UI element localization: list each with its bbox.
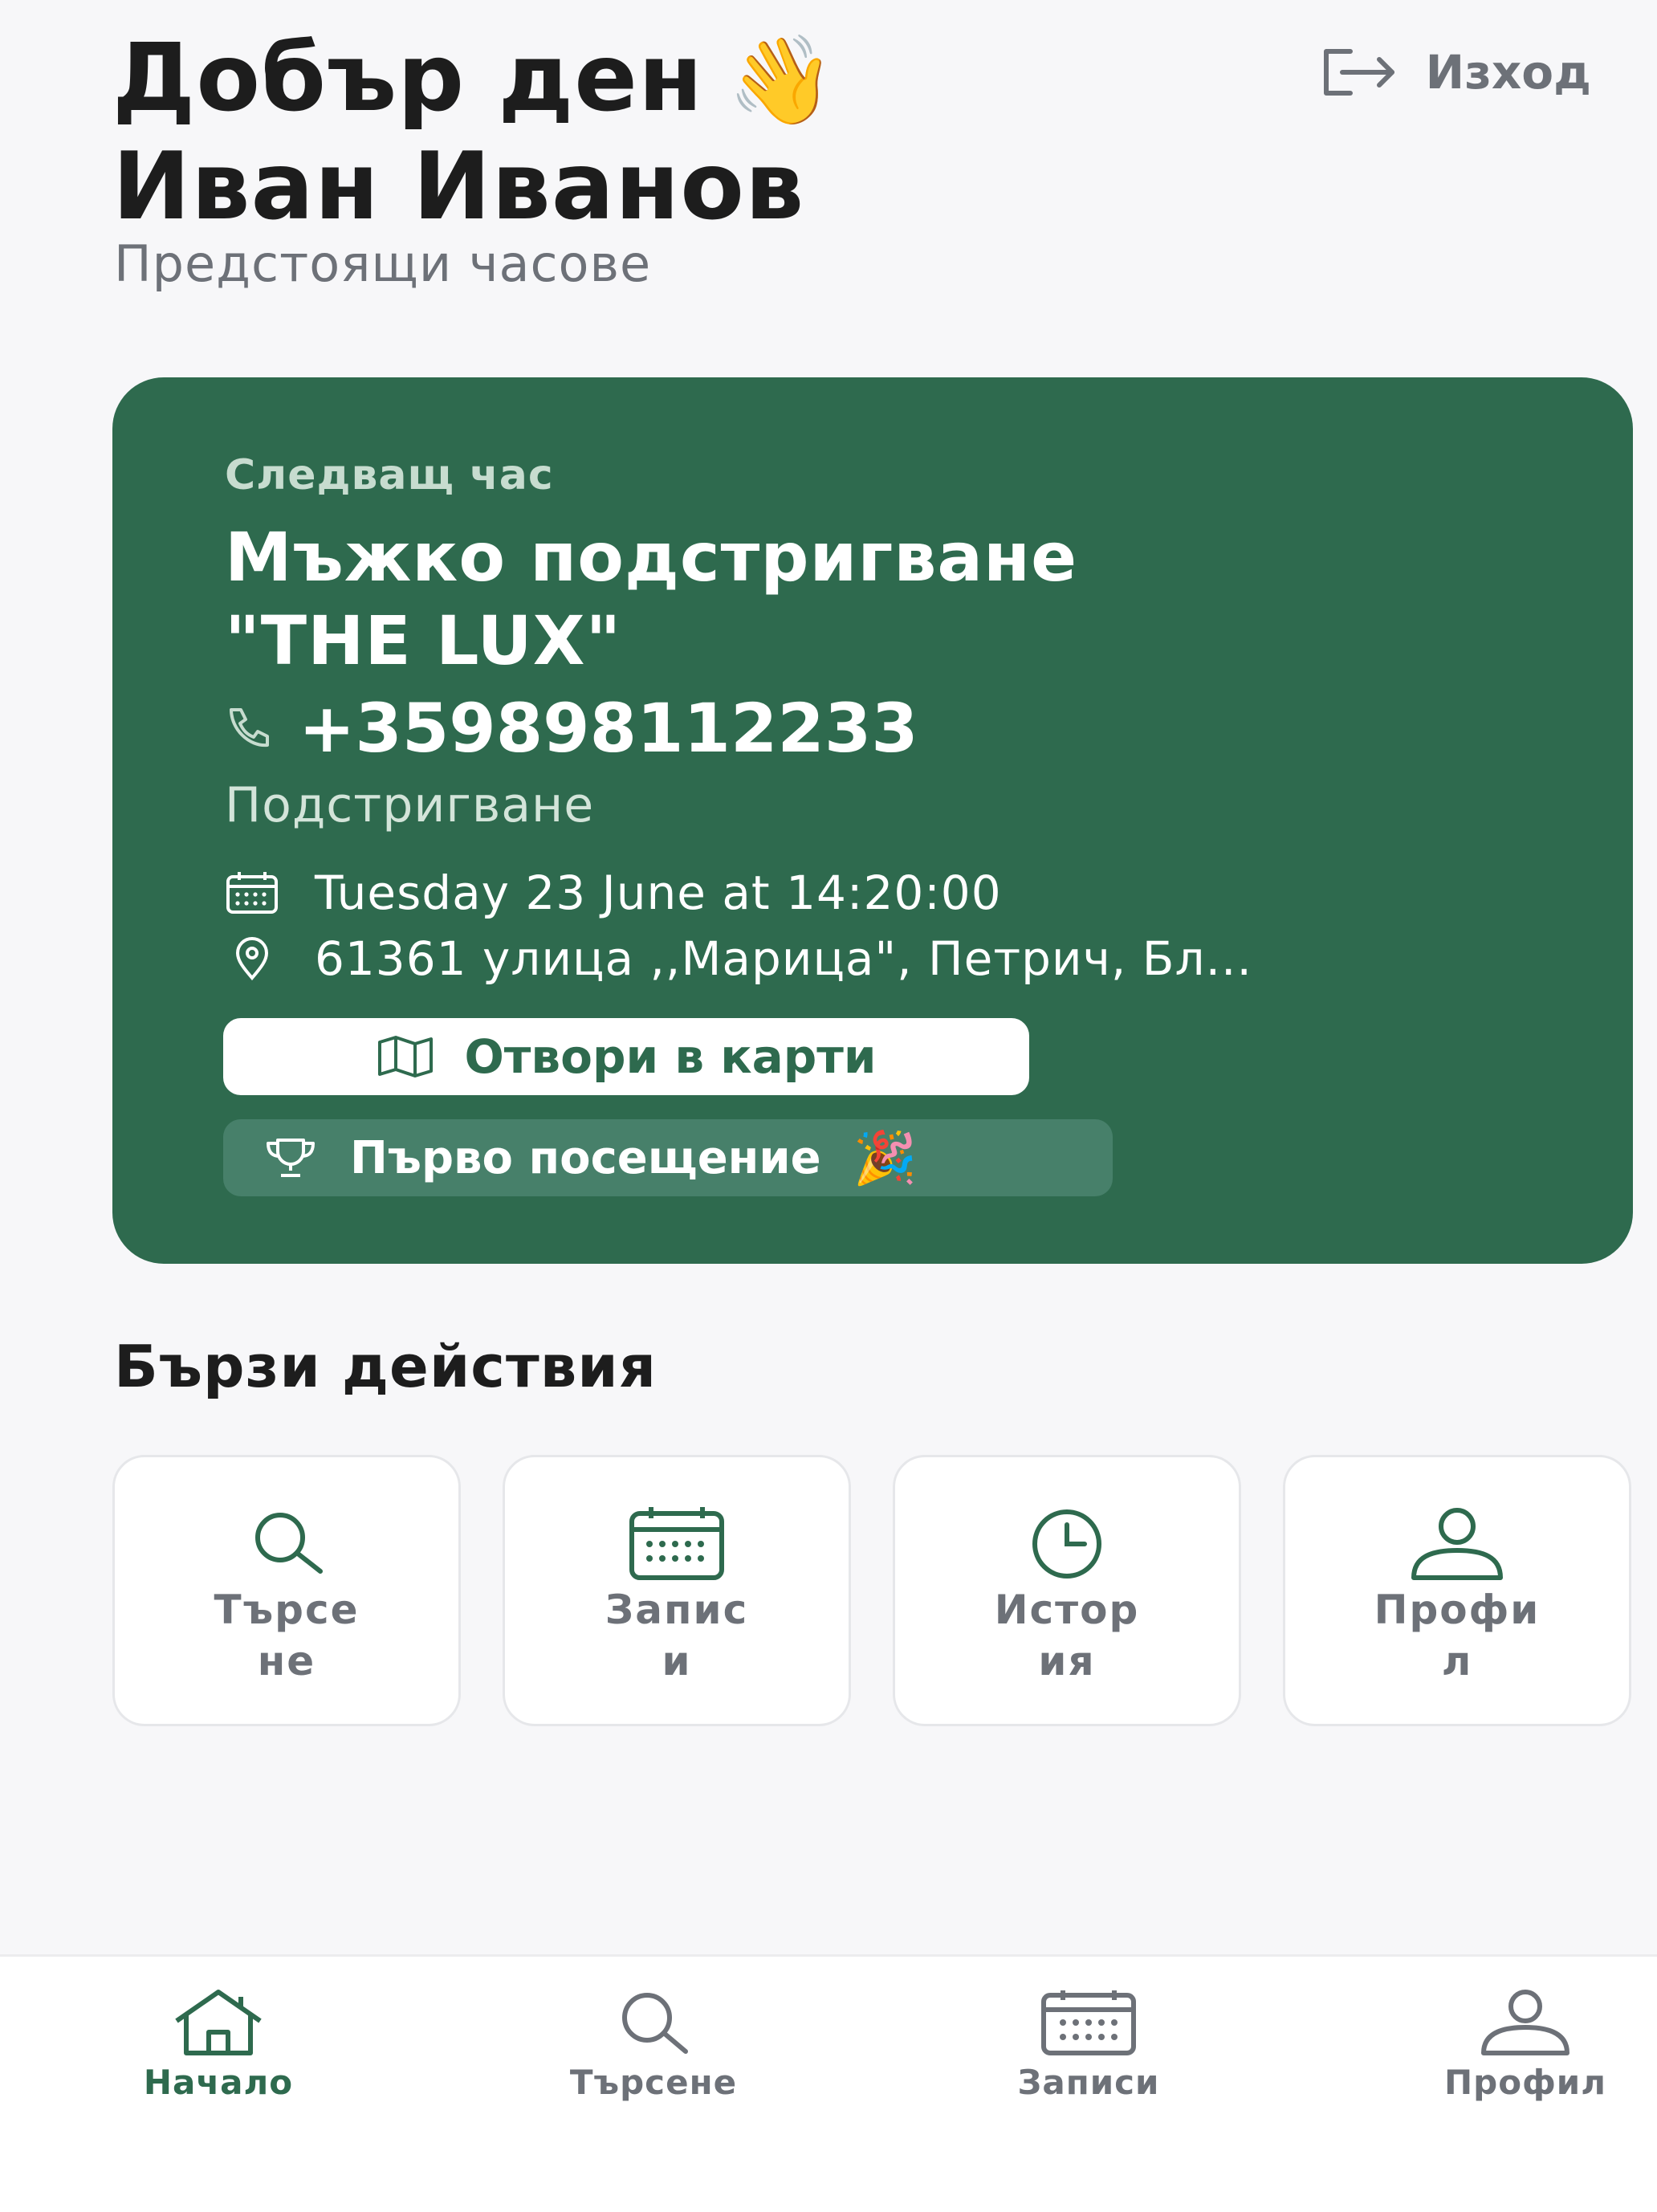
logout-icon — [1323, 49, 1394, 96]
waving-hand-emoji: 👋 — [727, 31, 837, 131]
nav-item-home[interactable]: Начало — [98, 1989, 339, 2133]
open-in-maps-button[interactable]: Отвори в карти — [223, 1018, 1029, 1095]
next-appointment-label: Следващ час — [225, 451, 554, 499]
calendar-icon — [629, 1507, 724, 1580]
user-icon — [1411, 1508, 1503, 1580]
party-popper-emoji: 🎉 — [853, 1128, 918, 1188]
search-icon — [622, 1993, 688, 2054]
quick-action-label-line-1: Профи — [1374, 1587, 1541, 1633]
user-name: Иван Иванов — [112, 132, 805, 241]
logout-button[interactable]: Изход — [1318, 45, 1591, 100]
quick-actions-title: Бързи действия — [114, 1333, 657, 1400]
phone-icon — [230, 708, 269, 748]
next-appointment-card[interactable]: Следващ час Мъжко подстригване "THE LUX"… — [112, 377, 1633, 1264]
first-visit-label: Първо посещение — [350, 1131, 821, 1184]
nav-label-home: Начало — [143, 2063, 294, 2102]
quick-action-label-line-2: ия — [1038, 1638, 1096, 1684]
salon-name-line-1: Мъжко подстригване — [225, 518, 1078, 597]
nav-label-search: Търсене — [569, 2063, 738, 2102]
calendar-icon — [1041, 1990, 1136, 2055]
quick-action-label: Профи л — [1285, 1584, 1629, 1687]
first-visit-badge: Първо посещение 🎉 — [223, 1119, 1113, 1196]
nav-item-profile[interactable]: Профил — [1405, 1989, 1646, 2133]
salon-phone[interactable]: +359898112233 — [225, 689, 918, 768]
greeting-text: Добър ден — [112, 24, 704, 132]
greeting: Добър ден 👋 Иван Иванов — [112, 26, 837, 240]
appointment-datetime: Tuesday 23 June at 14:20:00 — [225, 866, 1002, 920]
quick-action-label-line-2: не — [257, 1638, 316, 1684]
quick-action-bookings[interactable]: Запис и — [503, 1455, 851, 1726]
trophy-icon — [267, 1139, 315, 1177]
salon-name: Мъжко подстригване "THE LUX" — [225, 515, 1077, 682]
phone-number: +359898112233 — [299, 689, 918, 768]
quick-action-search[interactable]: Търсе не — [112, 1455, 461, 1726]
quick-action-label-line-2: л — [1441, 1638, 1473, 1684]
quick-action-label-line-1: Истор — [994, 1587, 1140, 1633]
appointment-address: 61361 улица ,,Марица", Петрич, Бл... — [225, 931, 1252, 986]
nav-item-search[interactable]: Търсене — [533, 1989, 774, 2133]
datetime-text: Tuesday 23 June at 14:20:00 — [315, 866, 1002, 920]
quick-action-label: Търсе не — [115, 1584, 458, 1687]
page-subtitle: Предстоящи часове — [114, 234, 652, 293]
quick-action-label-line-1: Търсе — [214, 1587, 360, 1633]
quick-action-label-line-2: и — [662, 1638, 692, 1684]
nav-label-bookings: Записи — [1017, 2063, 1160, 2102]
location-pin-icon — [235, 937, 269, 981]
quick-action-profile[interactable]: Профи л — [1283, 1455, 1631, 1726]
clock-icon — [1032, 1509, 1101, 1579]
open-in-maps-label: Отвори в карти — [464, 1029, 877, 1084]
quick-action-history[interactable]: Истор ия — [893, 1455, 1241, 1726]
quick-action-label-line-1: Запис — [605, 1587, 749, 1633]
map-icon — [377, 1036, 433, 1077]
quick-action-label: Истор ия — [895, 1584, 1239, 1687]
greeting-line-1: Добър ден 👋 — [112, 26, 837, 134]
logout-label: Изход — [1425, 45, 1591, 100]
nav-label-profile: Профил — [1444, 2063, 1606, 2102]
bottom-navigation: Начало Търсене Записи Профил — [0, 1954, 1657, 2212]
user-icon — [1481, 1990, 1569, 2055]
quick-action-label: Запис и — [505, 1584, 849, 1687]
home-icon — [175, 1990, 262, 2055]
calendar-icon — [226, 872, 278, 914]
salon-name-line-2: "THE LUX" — [225, 601, 622, 680]
service-name: Подстригване — [225, 777, 595, 833]
nav-item-bookings[interactable]: Записи — [968, 1989, 1209, 2133]
search-icon — [255, 1513, 323, 1574]
address-text: 61361 улица ,,Марица", Петрич, Бл... — [315, 931, 1252, 986]
